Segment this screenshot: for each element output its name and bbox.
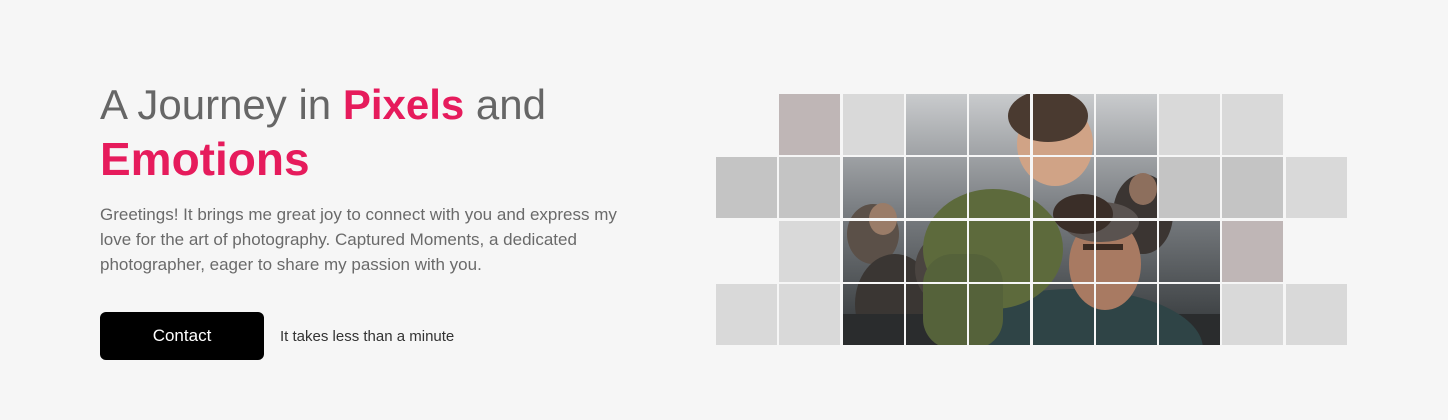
mosaic-tile xyxy=(779,221,840,282)
hero-description: Greetings! It brings me great joy to con… xyxy=(100,205,617,274)
photo-tile xyxy=(1096,284,1157,345)
mosaic-tile xyxy=(843,94,904,155)
photo-tile xyxy=(843,221,904,282)
mosaic-tile xyxy=(716,157,777,218)
contact-button[interactable]: Contact xyxy=(100,312,264,360)
hero-title-line2: Emotions xyxy=(100,133,310,185)
photo-tile xyxy=(969,157,1030,218)
hero-title-part2: and xyxy=(464,81,546,128)
mosaic-tile xyxy=(1222,157,1283,218)
photo-tile xyxy=(1096,94,1157,155)
mosaic-tile xyxy=(1286,157,1347,218)
photo-tile xyxy=(1159,221,1220,282)
mosaic-tile xyxy=(1159,157,1220,218)
mosaic-tile xyxy=(779,157,840,218)
photo-tile xyxy=(1096,221,1157,282)
photo-tile xyxy=(969,221,1030,282)
photo-tile xyxy=(1159,284,1220,345)
photo-tile xyxy=(843,284,904,345)
photo-tile xyxy=(906,221,967,282)
mosaic-tile xyxy=(1222,94,1283,155)
mosaic-tile xyxy=(1286,284,1347,345)
photo-tile xyxy=(1033,284,1094,345)
photo-tile xyxy=(1033,157,1094,218)
photo-tile xyxy=(906,157,967,218)
hero-title: A Journey in Pixels and Emotions xyxy=(100,80,660,188)
photo-tile xyxy=(906,94,967,155)
cta-note: It takes less than a minute xyxy=(280,327,455,345)
hero-section: A Journey in Pixels and Emotions Greetin… xyxy=(100,80,660,360)
photo-tile xyxy=(1033,221,1094,282)
mosaic-tile xyxy=(716,284,777,345)
mosaic-tile xyxy=(1222,221,1283,282)
photo-tile xyxy=(906,284,967,345)
photo-tile xyxy=(1033,94,1094,155)
photo-tile xyxy=(843,157,904,218)
mosaic-tile xyxy=(1159,94,1220,155)
photo-tile xyxy=(1096,157,1157,218)
hero-title-accent: Pixels xyxy=(342,81,465,128)
photo-tile xyxy=(969,284,1030,345)
mosaic-tile xyxy=(779,284,840,345)
hero-title-part1: A Journey in xyxy=(100,81,343,128)
photo-tile xyxy=(969,94,1030,155)
mosaic-tile xyxy=(1222,284,1283,345)
cta-row: Contact It takes less than a minute xyxy=(100,312,660,360)
mosaic-tile xyxy=(779,94,840,155)
